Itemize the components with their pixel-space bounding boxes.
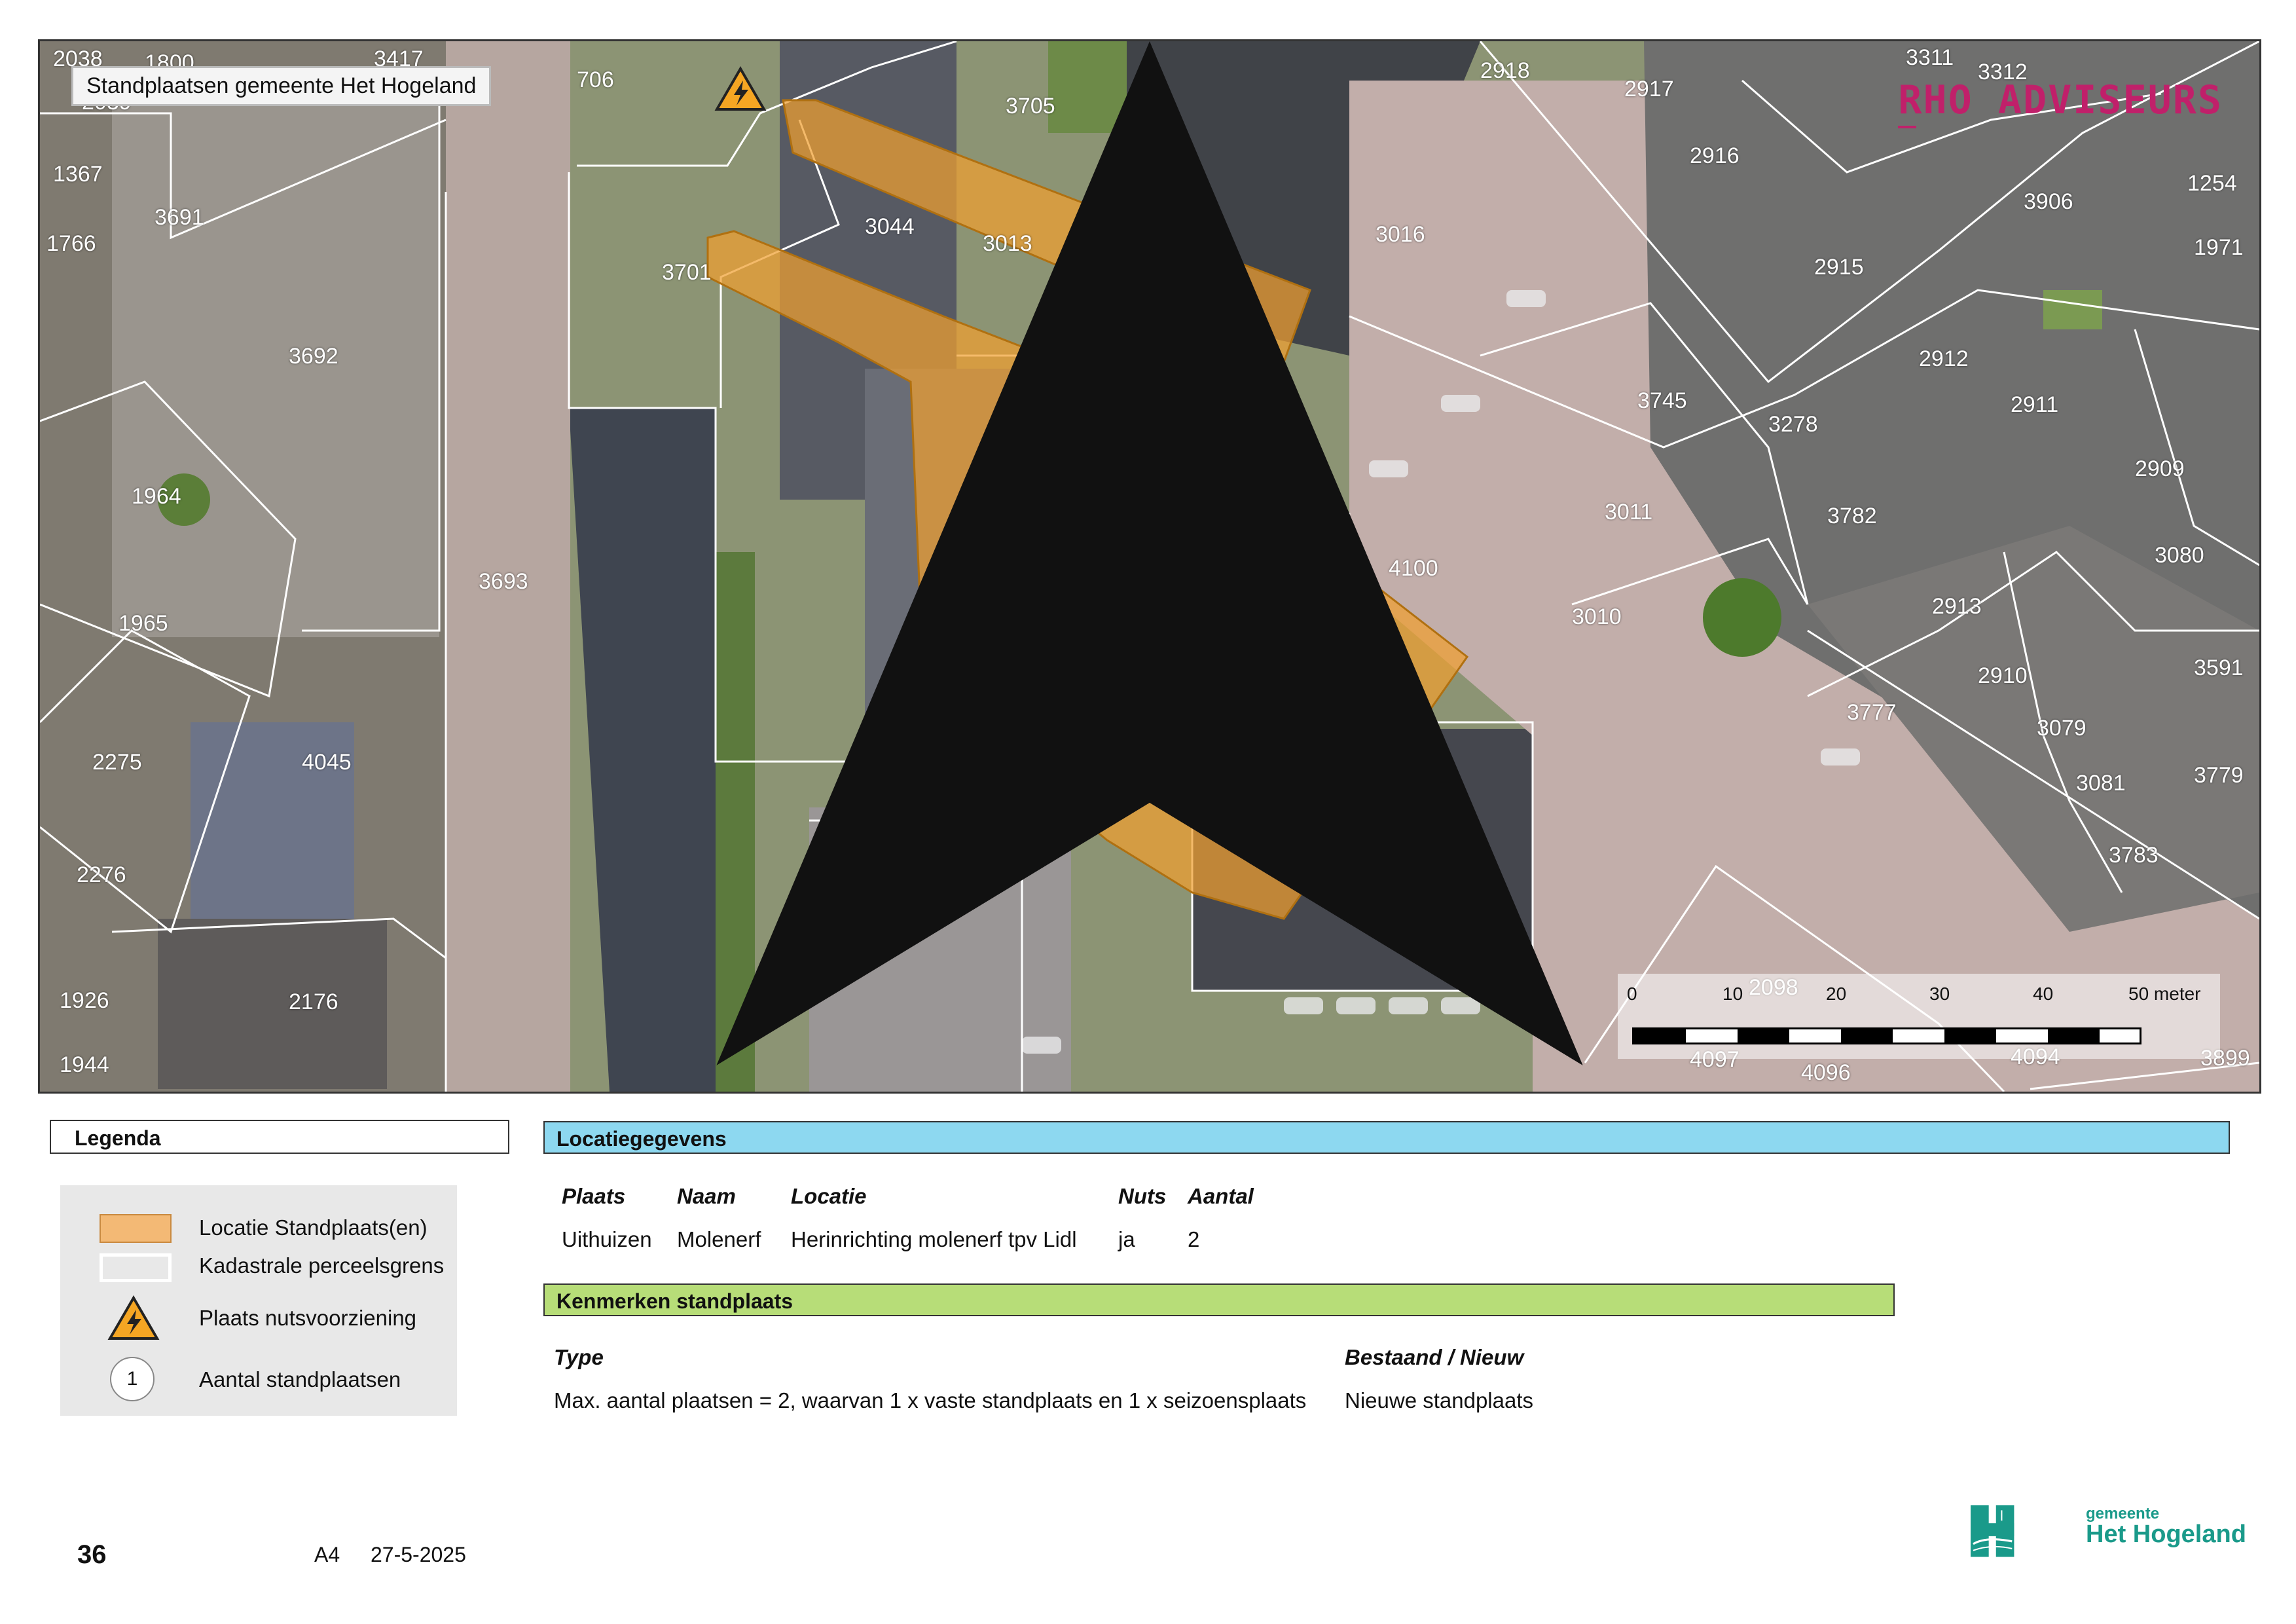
scale-tick-label: 20 <box>1826 984 1847 1004</box>
north-arrow-icon <box>716 41 1583 1065</box>
scale-tick-label: 10 <box>1722 984 1743 1004</box>
paper-size: A4 <box>314 1543 340 1566</box>
location-locatie: Herinrichting molenerf tpv Lidl <box>791 1227 1077 1251</box>
location-section-header: Locatiegegevens <box>543 1121 2230 1154</box>
legend-item-label: Plaats nutsvoorziening <box>199 1306 417 1330</box>
column-header: Aantal <box>1188 1184 1254 1208</box>
characteristics-status: Nieuwe standplaats <box>1345 1388 1534 1412</box>
count-circle-icon: 1 <box>110 1357 155 1401</box>
legend-item-label: Locatie Standplaats(en) <box>199 1215 428 1240</box>
characteristics-section-header: Kenmerken standplaats <box>543 1283 1895 1316</box>
legend-item: 1 Aantal standplaatsen <box>60 1353 457 1401</box>
orange-area-swatch-icon <box>100 1214 172 1243</box>
document-date: 27-5-2025 <box>371 1543 466 1566</box>
parcel-border-swatch-icon <box>100 1253 172 1282</box>
legend: Locatie Standplaats(en) Kadastrale perce… <box>60 1185 457 1416</box>
scale-tick-label: 0 <box>1627 984 1637 1004</box>
scale-bar-graphic <box>1632 1027 2141 1044</box>
legend-item-label: Aantal standplaatsen <box>199 1367 401 1392</box>
lightning-warning-icon <box>107 1295 160 1340</box>
legend-item-label: Kadastrale perceelsgrens <box>199 1253 445 1278</box>
legend-title: Legenda <box>50 1120 509 1154</box>
column-header: Naam <box>677 1184 736 1208</box>
column-header: Locatie <box>791 1184 867 1208</box>
column-header: Nuts <box>1118 1184 1167 1208</box>
column-header: Plaats <box>562 1184 626 1208</box>
map-frame[interactable]: 2038 1800 3417 706 2918 2917 3311 3312 2… <box>38 39 2261 1094</box>
column-header: Type <box>554 1345 604 1369</box>
scale-bar: 0 10 20 30 40 50 meter <box>1618 974 2220 1059</box>
legend-item: Plaats nutsvoorziening <box>60 1293 457 1340</box>
page-number: 36 <box>77 1540 107 1569</box>
column-header: Bestaand / Nieuw <box>1345 1345 1524 1369</box>
location-plaats: Uithuizen <box>562 1227 652 1251</box>
scale-tick-label: 30 <box>1929 984 1950 1004</box>
legend-item: Kadastrale perceelsgrens <box>60 1246 457 1285</box>
het-hogeland-logo <box>1971 1505 2014 1557</box>
legend-item: Locatie Standplaats(en) <box>60 1208 457 1247</box>
characteristics-type: Max. aantal plaatsen = 2, waarvan 1 x va… <box>554 1388 1307 1412</box>
location-nuts: ja <box>1118 1227 1135 1251</box>
scale-tick-label: 40 <box>2033 984 2054 1004</box>
logo-name-text: Het Hogeland <box>2086 1521 2246 1548</box>
scale-tick-label: 50 meter <box>2128 984 2201 1004</box>
location-aantal: 2 <box>1188 1227 1200 1251</box>
location-naam: Molenerf <box>677 1227 761 1251</box>
